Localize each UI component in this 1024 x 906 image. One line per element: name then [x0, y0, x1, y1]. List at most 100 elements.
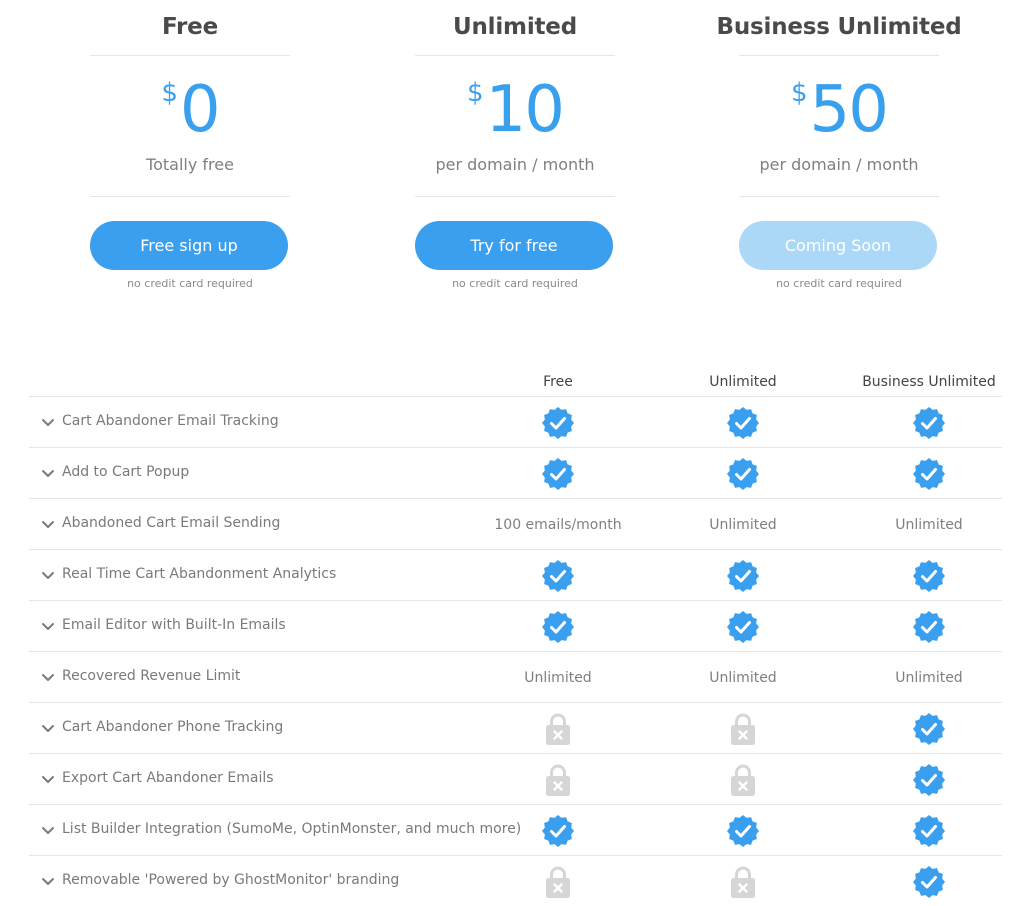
feature-row[interactable]: Removable 'Powered by GhostMonitor' bran…	[29, 856, 1002, 906]
feature-row[interactable]: List Builder Integration (SumoMe, OptinM…	[29, 805, 1002, 856]
feature-value: Unlimited	[524, 669, 592, 686]
feature-row[interactable]: Cart Abandoner Phone Tracking	[29, 703, 1002, 754]
check-icon	[912, 559, 946, 593]
lock-icon	[545, 865, 571, 899]
feature-cell	[468, 397, 648, 448]
feature-label: Add to Cart Popup	[62, 464, 190, 480]
no-credit-card-note: no credit card required	[776, 277, 902, 290]
feature-cell: 100 emails/month	[468, 499, 648, 550]
feature-cell	[839, 448, 1019, 499]
feature-label: Abandoned Cart Email Sending	[62, 515, 281, 531]
feature-label: Email Editor with Built-In Emails	[62, 617, 286, 633]
feature-value: Unlimited	[895, 516, 963, 533]
feature-cell	[839, 397, 1019, 448]
feature-comparison-table: Free Unlimited Business Unlimited Cart A…	[29, 360, 1002, 906]
feature-cell	[653, 550, 833, 601]
feature-cell	[653, 754, 833, 805]
divider	[415, 55, 615, 56]
check-icon	[541, 610, 575, 644]
check-icon	[541, 406, 575, 440]
check-icon	[726, 814, 760, 848]
feature-row[interactable]: Abandoned Cart Email Sending 100 emails/m…	[29, 499, 1002, 550]
feature-cell	[839, 703, 1019, 754]
feature-cell	[468, 754, 648, 805]
check-icon	[541, 457, 575, 491]
lock-icon	[730, 712, 756, 746]
feature-label: Recovered Revenue Limit	[62, 668, 241, 684]
plan-business-unlimited: Business Unlimited $50 per domain / mont…	[717, 0, 962, 300]
lock-icon	[730, 763, 756, 797]
feature-cell	[653, 703, 833, 754]
divider	[415, 196, 615, 197]
plan-period: per domain / month	[435, 155, 595, 174]
currency-symbol: $	[467, 78, 484, 108]
plan-price: $50	[739, 70, 939, 150]
feature-value: Unlimited	[895, 669, 963, 686]
feature-cell: Unlimited	[653, 499, 833, 550]
feature-cell	[839, 805, 1019, 856]
plan-unlimited: Unlimited $10 per domain / month Try for…	[415, 0, 615, 300]
feature-label: Export Cart Abandoner Emails	[62, 770, 274, 786]
check-icon	[912, 406, 946, 440]
lock-icon	[545, 763, 571, 797]
feature-cell	[839, 550, 1019, 601]
check-icon	[912, 610, 946, 644]
feature-cell	[653, 856, 833, 906]
check-icon	[726, 457, 760, 491]
plan-price: $10	[415, 70, 615, 150]
feature-label: Cart Abandoner Phone Tracking	[62, 719, 284, 735]
feature-row[interactable]: Export Cart Abandoner Emails	[29, 754, 1002, 805]
coming-soon-button[interactable]: Coming Soon	[739, 221, 937, 270]
check-icon	[541, 559, 575, 593]
feature-cell	[468, 856, 648, 906]
feature-value: Unlimited	[709, 516, 777, 533]
plan-period: per domain / month	[759, 155, 919, 174]
lock-icon	[730, 865, 756, 899]
feature-cell: Unlimited	[653, 652, 833, 703]
feature-label: Real Time Cart Abandonment Analytics	[62, 566, 337, 582]
plan-name: Unlimited	[453, 14, 577, 40]
divider	[739, 196, 939, 197]
price-amount: 10	[485, 73, 565, 147]
feature-row[interactable]: Email Editor with Built-In Emails	[29, 601, 1002, 652]
price-amount: 50	[809, 73, 889, 147]
feature-cell	[839, 601, 1019, 652]
feature-value: Unlimited	[709, 669, 777, 686]
column-header-free: Free	[543, 374, 573, 390]
feature-label: Removable 'Powered by GhostMonitor' bran…	[62, 872, 400, 888]
price-amount: 0	[179, 73, 221, 147]
currency-symbol: $	[791, 78, 808, 108]
check-icon	[726, 559, 760, 593]
lock-icon	[545, 712, 571, 746]
feature-cell	[468, 448, 648, 499]
feature-row[interactable]: Real Time Cart Abandonment Analytics	[29, 550, 1002, 601]
check-icon	[541, 814, 575, 848]
divider	[90, 196, 290, 197]
try-for-free-button[interactable]: Try for free	[415, 221, 613, 270]
free-sign-up-button[interactable]: Free sign up	[90, 221, 288, 270]
feature-cell	[839, 754, 1019, 805]
feature-cell	[653, 601, 833, 652]
divider	[90, 55, 290, 56]
feature-cell	[653, 397, 833, 448]
feature-cell: Unlimited	[468, 652, 648, 703]
plan-price: $0	[90, 70, 290, 150]
no-credit-card-note: no credit card required	[452, 277, 578, 290]
column-header-unlimited: Unlimited	[709, 374, 777, 390]
feature-cell: Unlimited	[839, 499, 1019, 550]
pricing-plans: Free $0 Totally free Free sign up no cre…	[0, 0, 1024, 320]
check-icon	[726, 610, 760, 644]
feature-label: List Builder Integration (SumoMe, OptinM…	[62, 821, 522, 837]
feature-cell	[653, 448, 833, 499]
plan-name: Business Unlimited	[716, 14, 962, 40]
feature-label: Cart Abandoner Email Tracking	[62, 413, 279, 429]
feature-cell	[468, 550, 648, 601]
check-icon	[726, 406, 760, 440]
feature-cell	[468, 601, 648, 652]
feature-row[interactable]: Cart Abandoner Email Tracking	[29, 397, 1002, 448]
feature-cell	[468, 805, 648, 856]
feature-row[interactable]: Recovered Revenue Limit Unlimited Unlimite…	[29, 652, 1002, 703]
feature-row[interactable]: Add to Cart Popup	[29, 448, 1002, 499]
check-icon	[912, 712, 946, 746]
currency-symbol: $	[161, 78, 178, 108]
